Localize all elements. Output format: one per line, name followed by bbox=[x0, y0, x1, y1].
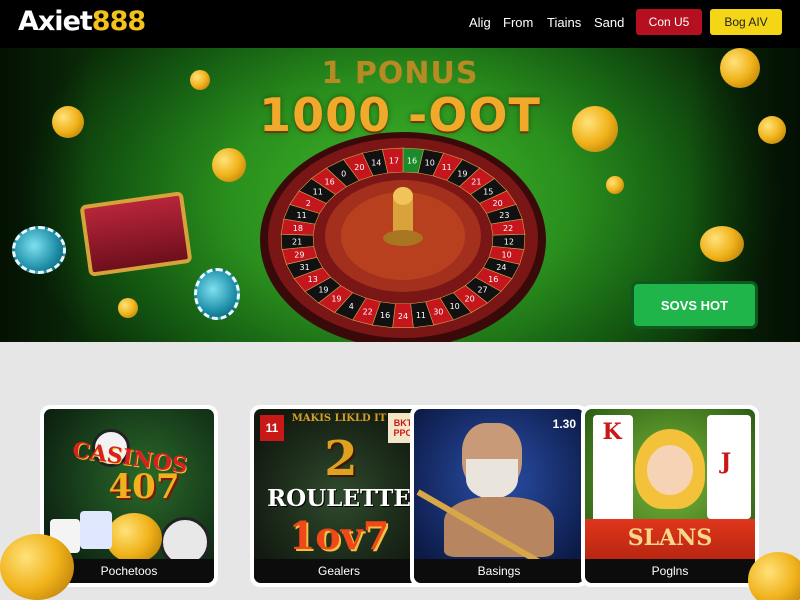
roulette-number: 13 bbox=[308, 275, 318, 284]
roulette-number: 16 bbox=[380, 311, 390, 320]
register-button[interactable]: Bog AIV bbox=[710, 9, 782, 35]
contact-button[interactable]: Con U5 bbox=[636, 9, 702, 35]
roulette-number: 22 bbox=[503, 224, 513, 233]
gold-coin-icon bbox=[106, 513, 162, 563]
roulette-number: 19 bbox=[331, 295, 341, 304]
roulette-number: 11 bbox=[442, 163, 452, 172]
game-card[interactable]: K J SLANS Poglns bbox=[581, 405, 759, 587]
nav-link-4[interactable]: Sand bbox=[594, 15, 624, 31]
roulette-number: 21 bbox=[292, 237, 302, 246]
roulette-number: 0 bbox=[341, 169, 346, 178]
roulette-number: 10 bbox=[502, 250, 512, 259]
game-card-label: Basings bbox=[414, 559, 584, 583]
roulette-number: 31 bbox=[300, 263, 310, 272]
roulette-number: 2 bbox=[306, 199, 311, 208]
roulette-number: 14 bbox=[371, 159, 381, 168]
card-art-number: 2 bbox=[324, 431, 358, 487]
card-badge-left: 11 bbox=[260, 415, 284, 441]
card-badge-right: 1.30 bbox=[552, 417, 576, 431]
hero-cta-button[interactable]: SOVS HOT bbox=[634, 284, 755, 326]
dice-icon bbox=[80, 511, 112, 549]
nav-link-2[interactable]: From bbox=[503, 15, 533, 31]
card-art-subtitle: 407 bbox=[108, 467, 180, 507]
roulette-number: 22 bbox=[363, 308, 373, 317]
gold-coin-icon bbox=[118, 298, 138, 318]
roulette-number: 11 bbox=[313, 188, 323, 197]
card-art-title: ROULETTE bbox=[267, 485, 411, 512]
roulette-number: 10 bbox=[425, 159, 435, 168]
gold-coin-icon bbox=[700, 226, 744, 262]
card-art-tagline: MAKIS LIKLD IT bbox=[291, 413, 387, 424]
roulette-number: 4 bbox=[349, 302, 354, 311]
game-card[interactable]: 11 BKT PPO MAKIS LIKLD IT 2 ROULETTE 1ov… bbox=[250, 405, 428, 587]
roulette-number: 20 bbox=[493, 199, 503, 208]
logo-text-white: Axiet bbox=[18, 6, 93, 37]
nav-link-1[interactable]: Alig bbox=[469, 15, 491, 31]
roulette-number: 16 bbox=[325, 178, 335, 187]
torso-icon bbox=[444, 497, 554, 557]
site-logo[interactable]: Axiet888 bbox=[18, 6, 146, 37]
roulette-number: 20 bbox=[354, 163, 364, 172]
roulette-number: 23 bbox=[499, 211, 509, 220]
nav-link-3[interactable]: Tiains bbox=[547, 15, 581, 31]
gold-coin-icon bbox=[0, 534, 74, 600]
game-card-image: K J SLANS bbox=[585, 409, 755, 583]
top-header: Axiet888 Alig From Tiains Sand Con U5 Bo… bbox=[0, 0, 800, 48]
casino-chip-icon bbox=[12, 226, 66, 274]
roulette-wheel: 16 10 11 19 21 15 20 23 22 12 10 24 16 27 20 10 30 11 24 16… bbox=[258, 130, 548, 342]
character-face-icon bbox=[647, 445, 693, 495]
card-art-title: SLANS bbox=[627, 525, 713, 551]
roulette-number: 29 bbox=[294, 250, 304, 259]
card-letter-k: K bbox=[602, 419, 622, 445]
gold-coin-icon bbox=[606, 176, 624, 194]
logo-text-gold: 888 bbox=[91, 6, 146, 37]
roulette-number: 24 bbox=[398, 312, 408, 321]
game-card-label: Gealers bbox=[254, 559, 424, 583]
game-card-label: Poglns bbox=[585, 559, 755, 583]
casino-chip-icon bbox=[194, 268, 240, 320]
roulette-number: 11 bbox=[416, 311, 426, 320]
roulette-number: 30 bbox=[433, 308, 443, 317]
roulette-number: 16 bbox=[407, 156, 417, 165]
roulette-number: 18 bbox=[293, 224, 303, 233]
roulette-number: 10 bbox=[450, 302, 460, 311]
roulette-number: 12 bbox=[504, 237, 514, 246]
card-art-subtitle: 1ov7 bbox=[288, 513, 390, 558]
roulette-number: 20 bbox=[464, 295, 474, 304]
roulette-number: 19 bbox=[457, 169, 467, 178]
treasure-chest-icon bbox=[79, 191, 193, 277]
roulette-number: 27 bbox=[477, 286, 487, 295]
card-letter-j: J bbox=[720, 449, 732, 475]
beard-icon bbox=[466, 459, 518, 499]
game-card-image: 11 BKT PPO MAKIS LIKLD IT 2 ROULETTE 1ov… bbox=[254, 409, 424, 583]
gold-coin-icon bbox=[212, 148, 246, 182]
game-card[interactable]: 1.30 Basings bbox=[410, 405, 588, 587]
roulette-number: 21 bbox=[471, 178, 481, 187]
roulette-number: 16 bbox=[488, 275, 498, 284]
roulette-number: 15 bbox=[483, 188, 493, 197]
roulette-number: 17 bbox=[389, 156, 399, 165]
hero-banner[interactable]: 1 PONUS 1000 -OOT 16 10 11 19 21 15 20 23 22 12 10… bbox=[0, 48, 800, 342]
roulette-number: 19 bbox=[318, 286, 328, 295]
roulette-number: 24 bbox=[496, 263, 506, 272]
hero-bonus-title: 1 PONUS bbox=[321, 56, 479, 91]
game-card-image: 1.30 bbox=[414, 409, 584, 583]
roulette-number: 11 bbox=[297, 211, 307, 220]
